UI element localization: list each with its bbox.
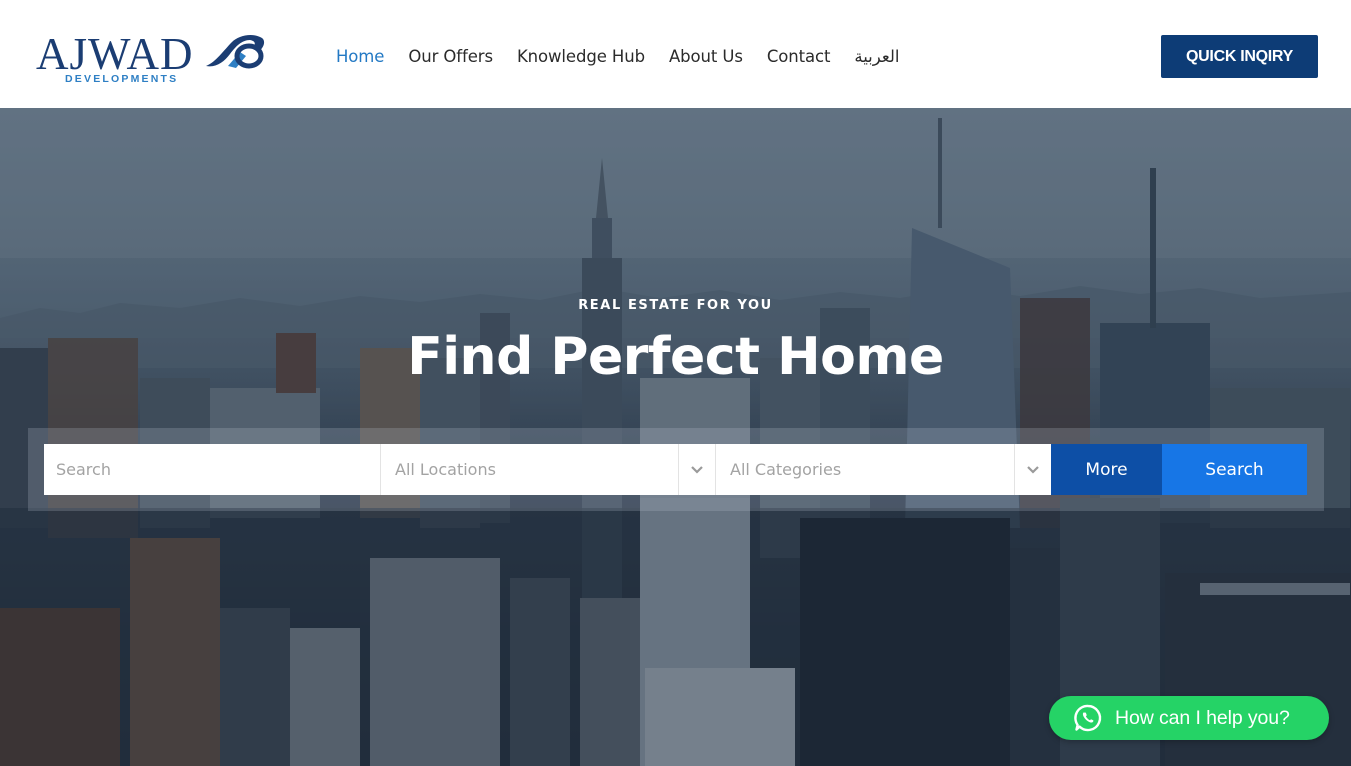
whatsapp-chat-label: How can I help you? (1115, 706, 1290, 729)
whatsapp-chat-button[interactable]: How can I help you? (1049, 696, 1329, 740)
category-select-value: All Categories (730, 460, 842, 479)
brand-logo[interactable]: AJWAD DEVELOPMENTS (36, 30, 276, 88)
main-nav: Home Our Offers Knowledge Hub About Us C… (336, 44, 900, 68)
whatsapp-icon (1074, 704, 1102, 732)
nav-item-home[interactable]: Home (336, 47, 384, 66)
nav-item-knowledge-hub[interactable]: Knowledge Hub (517, 47, 645, 66)
search-input[interactable] (44, 444, 380, 495)
site-header: AJWAD DEVELOPMENTS Home Our Offers Knowl… (0, 0, 1351, 108)
quick-inquiry-button[interactable]: QUICK INQIRY (1161, 35, 1318, 78)
nav-item-contact[interactable]: Contact (767, 47, 831, 66)
chevron-down-icon (1014, 444, 1051, 495)
chevron-down-icon (678, 444, 715, 495)
nav-item-about-us[interactable]: About Us (669, 47, 743, 66)
logo-mark-icon (206, 35, 265, 69)
logo-tagline: DEVELOPMENTS (65, 73, 179, 85)
category-select[interactable]: All Categories (715, 444, 1051, 495)
more-filters-button[interactable]: More (1051, 444, 1162, 495)
hero-title: Find Perfect Home (407, 327, 944, 387)
location-select-value: All Locations (395, 460, 496, 479)
nav-item-arabic[interactable]: العربية (854, 47, 899, 66)
hero-kicker: REAL ESTATE FOR YOU (578, 298, 773, 313)
logo-wordmark: AJWAD (36, 29, 194, 79)
hero-section: REAL ESTATE FOR YOU Find Perfect Home Al… (0, 108, 1351, 766)
location-select[interactable]: All Locations (380, 444, 715, 495)
search-button[interactable]: Search (1162, 444, 1307, 495)
nav-item-our-offers[interactable]: Our Offers (408, 47, 493, 66)
